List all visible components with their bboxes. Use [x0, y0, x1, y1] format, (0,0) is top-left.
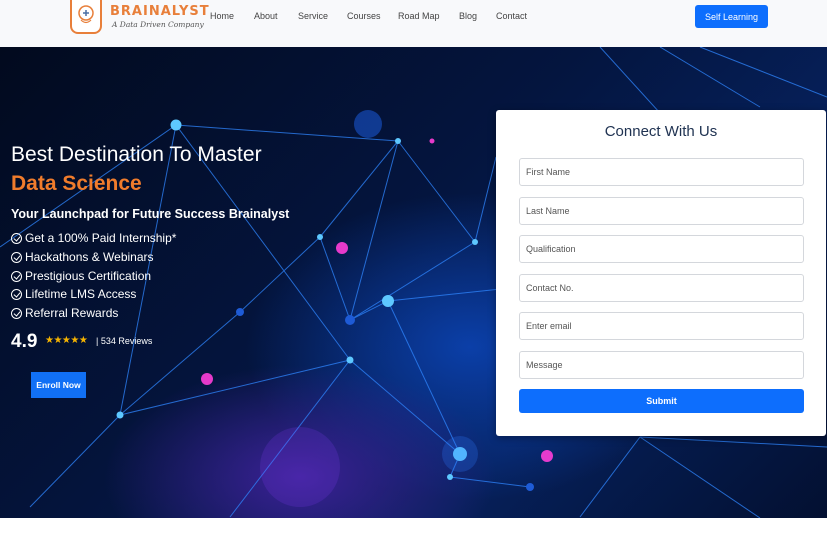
rating-stars-icon: ★★★★★	[45, 335, 88, 346]
nav-courses[interactable]: Courses	[347, 11, 381, 21]
nav-about[interactable]: About	[254, 11, 278, 21]
brand-logo[interactable]: BRAINALYST A Data Driven Company	[70, 0, 209, 34]
form-title: Connect With Us	[604, 123, 718, 140]
brand-tagline: A Data Driven Company	[112, 20, 204, 29]
brain-icon	[70, 0, 102, 34]
review-count: | 534 Reviews	[96, 336, 153, 346]
hero-subheading: Your Launchpad for Future Success Braina…	[11, 207, 290, 221]
feature-label: Referral Rewards	[25, 306, 119, 320]
check-circle-icon	[11, 307, 22, 319]
feature-label: Hackathons & Webinars	[25, 250, 154, 264]
check-circle-icon	[11, 251, 22, 263]
contact-number-input[interactable]	[519, 274, 804, 302]
feature-item: Lifetime LMS Access	[11, 287, 136, 301]
feature-label: Prestigious Certification	[25, 269, 152, 283]
hero-heading-accent: Data Science	[11, 172, 142, 195]
brand-name: BRAINALYST	[110, 4, 210, 19]
feature-item: Prestigious Certification	[11, 269, 151, 283]
top-navbar: BRAINALYST A Data Driven Company Home Ab…	[0, 0, 827, 47]
contact-form-card: Connect With Us Submit	[496, 110, 826, 436]
email-input[interactable]	[519, 312, 804, 340]
feature-item: Get a 100% Paid Internship*	[11, 231, 176, 245]
nav-blog[interactable]: Blog	[459, 11, 477, 21]
feature-label: Lifetime LMS Access	[25, 287, 137, 301]
nav-service[interactable]: Service	[298, 11, 328, 21]
hero-section: Best Destination To Master Data Science …	[0, 47, 827, 518]
feature-label: Get a 100% Paid Internship*	[25, 231, 177, 245]
brain-icon-svg	[78, 5, 94, 24]
qualification-input[interactable]	[519, 235, 804, 263]
first-name-input[interactable]	[519, 158, 804, 186]
feature-item: Referral Rewards	[11, 306, 118, 320]
self-learning-button[interactable]: Self Learning	[695, 5, 768, 28]
check-circle-icon	[11, 232, 22, 244]
message-input[interactable]	[519, 351, 804, 379]
hero-heading: Best Destination To Master	[11, 143, 262, 166]
check-circle-icon	[11, 270, 22, 282]
last-name-input[interactable]	[519, 197, 804, 225]
nav-home[interactable]: Home	[210, 11, 234, 21]
enroll-now-button[interactable]: Enroll Now	[31, 372, 86, 398]
rating-value: 4.9	[11, 331, 38, 352]
nav-road-map[interactable]: Road Map	[398, 11, 440, 21]
submit-button[interactable]: Submit	[519, 389, 804, 413]
nav-contact[interactable]: Contact	[496, 11, 527, 21]
feature-item: Hackathons & Webinars	[11, 250, 154, 264]
check-circle-icon	[11, 288, 22, 300]
